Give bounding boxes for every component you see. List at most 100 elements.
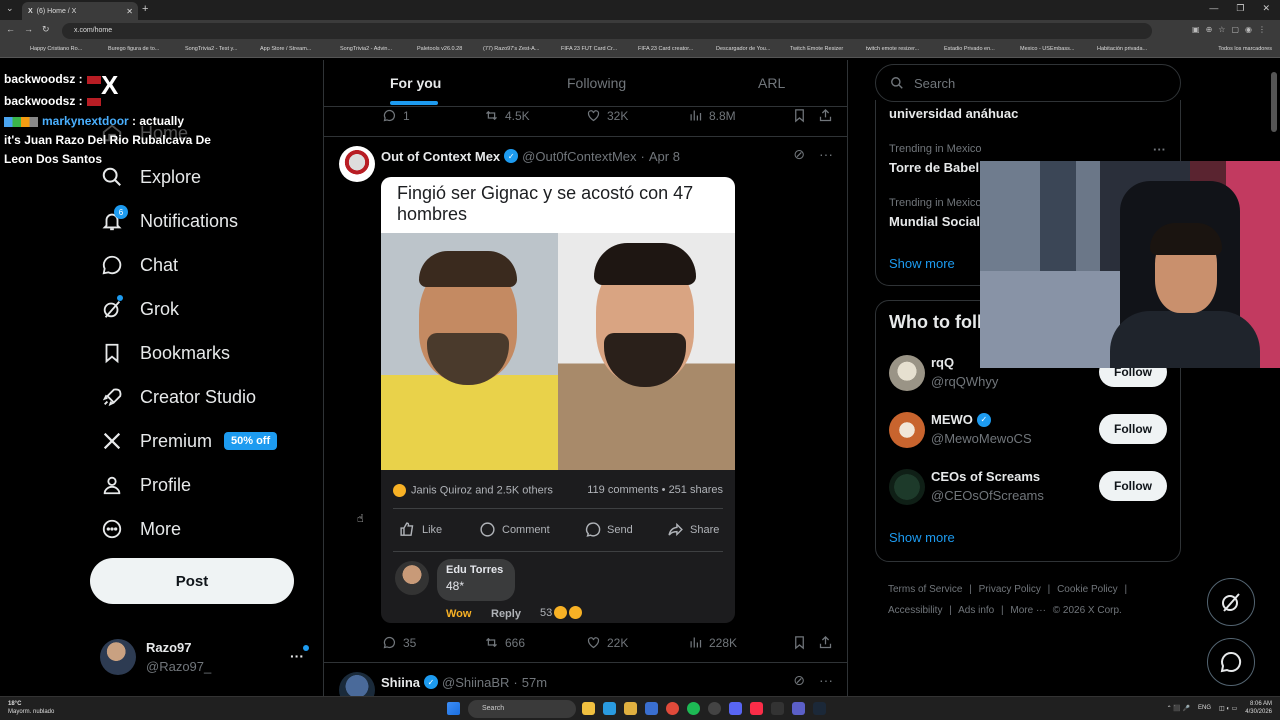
chat-fab-button[interactable] bbox=[1207, 638, 1255, 686]
edge-icon[interactable] bbox=[603, 702, 616, 715]
tweet-date[interactable]: Apr 8 bbox=[649, 149, 680, 164]
bookmark-item[interactable]: FIFA 23 FUT Card Cr... bbox=[561, 46, 617, 52]
bookmark-item[interactable]: Habitación privada... bbox=[1097, 46, 1147, 52]
repost-button[interactable]: 666 bbox=[484, 635, 525, 650]
browser-tab[interactable]: X (6) Home / X ✕ bbox=[22, 2, 138, 20]
bookmark-item[interactable]: SongTrivia2 - Advin... bbox=[340, 46, 392, 52]
trend-name[interactable]: universidad anáhuac bbox=[889, 106, 1018, 121]
reload-icon[interactable]: ↻ bbox=[42, 24, 50, 35]
views-button[interactable]: 228K bbox=[688, 635, 737, 650]
like-button[interactable]: 32K bbox=[586, 108, 628, 123]
windows-start-icon[interactable] bbox=[447, 702, 460, 715]
folder-icon[interactable] bbox=[624, 702, 637, 715]
tab-for-you[interactable]: For you bbox=[390, 75, 441, 91]
share-button[interactable] bbox=[818, 108, 833, 123]
reply-button[interactable]: 1 bbox=[382, 108, 410, 123]
trend-name[interactable]: Mundial Social bbox=[889, 214, 980, 229]
tab-following[interactable]: Following bbox=[567, 75, 626, 91]
spotify-icon[interactable] bbox=[687, 702, 700, 715]
sidebar-item-notifications[interactable]: 6 Notifications bbox=[100, 205, 238, 236]
like-button[interactable]: 22K bbox=[586, 635, 628, 650]
all-bookmarks-link[interactable]: Todos los marcadores bbox=[1218, 46, 1272, 52]
bookmark-item[interactable]: Twitch Emote Resizer bbox=[790, 46, 843, 52]
tweet-author-name[interactable]: Shiina bbox=[381, 675, 420, 690]
bookmark-item[interactable]: Mexico - USEmbass... bbox=[1020, 46, 1074, 52]
chrome-icon[interactable] bbox=[666, 702, 679, 715]
share-button[interactable] bbox=[818, 635, 833, 650]
page-scrollbar[interactable] bbox=[1270, 60, 1278, 696]
scrollbar-thumb[interactable] bbox=[1271, 72, 1277, 132]
clock[interactable]: 8:06 AM 4/30/2026 bbox=[1245, 700, 1272, 716]
sidebar-item-explore[interactable]: Explore bbox=[100, 162, 201, 192]
follow-suggestion[interactable]: MEWO ✓ @MewoMewoCS Follow bbox=[889, 410, 1179, 450]
weather-widget[interactable]: 18°C Mayorm. nublado bbox=[8, 700, 54, 716]
bookmark-item[interactable]: twitch emote resizer... bbox=[866, 46, 919, 52]
sidebar-item-premium[interactable]: Premium 50% off bbox=[100, 426, 278, 456]
steam-icon[interactable] bbox=[813, 702, 826, 715]
tweet-author-handle[interactable]: @Out0fContextMex bbox=[522, 149, 636, 164]
bookmark-item[interactable]: Estadio Privado en... bbox=[944, 46, 995, 52]
footer-link[interactable]: Ads info bbox=[958, 605, 994, 616]
follow-button[interactable]: Follow bbox=[1099, 471, 1167, 501]
bookmark-item[interactable]: (77) Razo97's Zest-A... bbox=[483, 46, 539, 52]
tray-icons[interactable]: ⌃ ⬛ 🎤 bbox=[1167, 705, 1190, 712]
sidebar-item-grok[interactable]: Grok bbox=[100, 294, 179, 324]
trends-show-more-link[interactable]: Show more bbox=[889, 256, 955, 271]
discord-icon[interactable] bbox=[729, 702, 742, 715]
obs-icon[interactable] bbox=[708, 702, 721, 715]
epic-icon[interactable] bbox=[771, 702, 784, 715]
footer-link[interactable]: Cookie Policy bbox=[1057, 584, 1118, 595]
minimize-icon[interactable]: — bbox=[1209, 3, 1218, 14]
bookmark-item[interactable]: Happy Cristiano Ro... bbox=[30, 46, 82, 52]
search-input[interactable]: Search bbox=[875, 64, 1181, 102]
bookmark-item[interactable]: Descargador de You... bbox=[716, 46, 770, 52]
sidebar-item-creator-studio[interactable]: Creator Studio bbox=[100, 382, 256, 412]
new-tab-icon[interactable]: + bbox=[142, 3, 148, 15]
app-icon[interactable] bbox=[792, 702, 805, 715]
bookmark-item[interactable]: Burego figura de to... bbox=[108, 46, 159, 52]
back-icon[interactable]: ← bbox=[6, 24, 15, 35]
more-icon[interactable]: ··· bbox=[819, 146, 833, 163]
file-explorer-icon[interactable] bbox=[582, 702, 595, 715]
follow-show-more-link[interactable]: Show more bbox=[889, 530, 955, 545]
bookmark-item[interactable]: App Store / Stream... bbox=[260, 46, 311, 52]
footer-link[interactable]: More ··· bbox=[1010, 605, 1046, 616]
post-button[interactable]: Post bbox=[90, 558, 294, 604]
bookmark-tweet-button[interactable] bbox=[792, 635, 807, 650]
grok-icon[interactable]: ⊘ bbox=[793, 146, 805, 163]
grok-icon[interactable]: ⊘ bbox=[793, 672, 805, 689]
tweet-author-handle[interactable]: @ShiinaBR bbox=[442, 675, 509, 690]
tweet-time[interactable]: 57m bbox=[522, 675, 547, 690]
forward-icon[interactable]: → bbox=[24, 24, 33, 35]
tab-list-icon[interactable]: ⌄ bbox=[6, 3, 14, 14]
reply-button[interactable]: 35 bbox=[382, 635, 416, 650]
footer-link[interactable]: Accessibility bbox=[888, 605, 942, 616]
grok-fab-button[interactable] bbox=[1207, 578, 1255, 626]
account-more-icon[interactable]: ··· bbox=[290, 648, 304, 664]
tweet-author-name[interactable]: Out of Context Mex bbox=[381, 149, 500, 164]
store-icon[interactable] bbox=[645, 702, 658, 715]
trend-more-icon[interactable]: ··· bbox=[1153, 142, 1166, 157]
repost-button[interactable]: 4.5K bbox=[484, 108, 530, 123]
tweet-media-card[interactable]: Fingió ser Gignac y se acostó con 47 hom… bbox=[381, 177, 735, 623]
footer-link[interactable]: Privacy Policy bbox=[979, 584, 1041, 595]
sidebar-item-chat[interactable]: Chat bbox=[100, 250, 178, 280]
taskbar-search[interactable]: Search bbox=[468, 700, 576, 718]
views-button[interactable]: 8.8M bbox=[688, 108, 736, 123]
music-icon[interactable] bbox=[750, 702, 763, 715]
close-tab-icon[interactable]: ✕ bbox=[126, 7, 133, 16]
extensions-icons[interactable]: ▣⊕☆▢◉⋮ bbox=[1192, 25, 1272, 34]
maximize-icon[interactable]: ❐ bbox=[1236, 3, 1244, 14]
language-indicator[interactable]: ENG bbox=[1198, 705, 1211, 711]
url-field[interactable]: x.com/home bbox=[62, 23, 1152, 39]
follow-suggestion[interactable]: CEOs of Screams @CEOsOfScreams Follow bbox=[889, 467, 1179, 507]
footer-link[interactable]: Terms of Service bbox=[888, 584, 962, 595]
sidebar-item-bookmarks[interactable]: Bookmarks bbox=[100, 338, 230, 368]
avatar[interactable] bbox=[339, 146, 375, 182]
close-window-icon[interactable]: ✕ bbox=[1262, 3, 1270, 14]
tab-arl[interactable]: ARL bbox=[758, 75, 785, 91]
sidebar-item-home[interactable]: Home bbox=[100, 118, 188, 148]
sidebar-item-profile[interactable]: Profile bbox=[100, 470, 191, 500]
network-volume-icons[interactable]: ◫ ◐ ▭ bbox=[1219, 705, 1237, 712]
account-switcher[interactable]: Razo97 @Razo97_ ··· bbox=[100, 638, 310, 678]
